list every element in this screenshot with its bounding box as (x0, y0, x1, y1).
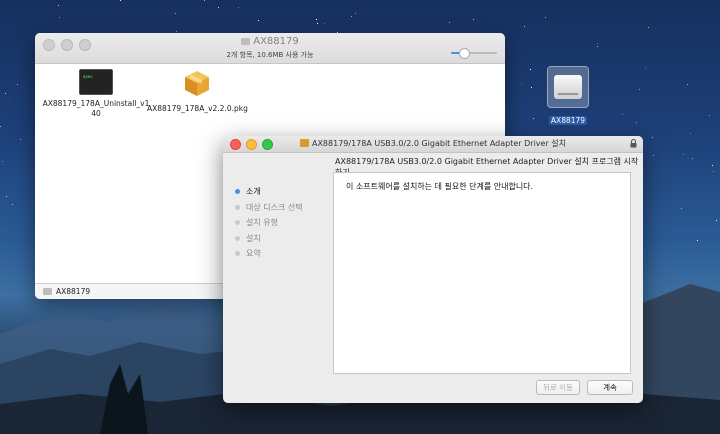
star (681, 208, 682, 209)
star (204, 0, 205, 1)
step-label: 대상 디스크 선택 (246, 202, 303, 212)
star (645, 68, 646, 69)
star (175, 13, 176, 14)
star (0, 126, 1, 127)
step-item: 설치 유형 (235, 215, 303, 231)
step-item: 요약 (235, 246, 303, 262)
star (2, 161, 3, 162)
star (351, 16, 352, 17)
back-button[interactable]: 뒤로 이동 (536, 380, 580, 395)
intro-message: 이 소프트웨어를 설치하는 데 필요한 단계를 안내합니다. (346, 182, 534, 191)
star (697, 240, 698, 241)
disk-image-icon (547, 66, 589, 108)
star (636, 122, 637, 123)
star (20, 139, 21, 140)
step-bullet-icon (235, 220, 240, 225)
star (316, 19, 317, 20)
star (709, 115, 710, 116)
star (648, 27, 649, 28)
star (324, 23, 325, 24)
star (524, 26, 525, 27)
star (530, 69, 531, 70)
content-pane: 이 소프트웨어를 설치하는 데 필요한 단계를 안내합니다. (333, 172, 631, 374)
step-item: 설치 (235, 231, 303, 247)
star (713, 171, 714, 172)
step-label: 요약 (246, 249, 261, 258)
star (355, 13, 356, 14)
file-name: AX88179_178A_v2.2.0.pkg (147, 104, 248, 113)
star (683, 154, 684, 155)
finder-title: AX88179 (253, 36, 299, 47)
star (6, 196, 7, 197)
step-label: 소개 (246, 187, 261, 196)
step-bullet-icon (235, 251, 240, 256)
lock-icon[interactable] (630, 139, 637, 148)
icon-size-slider[interactable] (451, 48, 497, 59)
step-item: 소개 (235, 184, 303, 200)
desktop-drive[interactable]: AX88179 (545, 66, 591, 127)
package-icon (299, 139, 309, 147)
star (597, 46, 598, 47)
star (545, 17, 546, 18)
star (12, 204, 13, 205)
step-bullet-icon (235, 235, 240, 241)
step-bullet-icon (235, 204, 240, 210)
installer-titlebar[interactable]: AX88179/178A USB3.0/2.0 Gigabit Ethernet… (223, 136, 643, 153)
star (652, 137, 653, 138)
file-item-uninstall[interactable]: exec AX88179_178A_Uninstall_v1 40 (41, 69, 151, 119)
star (59, 17, 60, 18)
step-bullet-icon (235, 189, 240, 194)
step-item: 대상 디스크 선택 (235, 200, 303, 216)
slider-knob[interactable] (458, 48, 470, 59)
star (317, 23, 318, 24)
file-name: AX88179_178A_Uninstall_v1 40 (42, 99, 150, 118)
star (622, 114, 623, 115)
step-label: 설치 (246, 233, 261, 243)
star (176, 31, 177, 32)
installer-window: AX88179/178A USB3.0/2.0 Gigabit Ethernet… (223, 136, 643, 403)
star (521, 83, 522, 84)
continue-button[interactable]: 계속 (587, 380, 633, 395)
finder-status: 2개 항목, 10.6MB 사용 가능 (226, 51, 314, 59)
star (473, 19, 474, 20)
star (449, 22, 450, 23)
star (533, 118, 534, 119)
step-label: 설치 유형 (246, 218, 278, 227)
drive-icon (241, 38, 251, 45)
star (238, 7, 239, 8)
terminal-script-icon: exec (79, 69, 113, 95)
star (653, 155, 654, 156)
star (597, 43, 598, 44)
star (5, 93, 6, 94)
package-icon (185, 71, 209, 96)
path-label: AX88179 (56, 287, 91, 296)
drive-icon (43, 288, 52, 295)
star (531, 87, 532, 88)
star (58, 5, 59, 6)
star (17, 84, 18, 85)
star (712, 165, 713, 166)
star (218, 7, 219, 8)
file-item-pkg[interactable]: AX88179_178A_v2.2.0.pkg (147, 67, 248, 114)
desktop-drive-label: AX88179 (548, 116, 588, 125)
star (716, 220, 717, 221)
star (258, 20, 259, 21)
installer-steps: 소개 대상 디스크 선택 설치 유형 설치 요약 (235, 184, 303, 262)
star (687, 84, 688, 85)
star (639, 89, 640, 90)
installer-title: AX88179/178A USB3.0/2.0 Gigabit Ethernet… (311, 139, 567, 148)
star (692, 158, 693, 159)
finder-titlebar[interactable]: AX88179 2개 항목, 10.6MB 사용 가능 (35, 33, 505, 64)
star (120, 0, 121, 1)
star (690, 133, 691, 134)
